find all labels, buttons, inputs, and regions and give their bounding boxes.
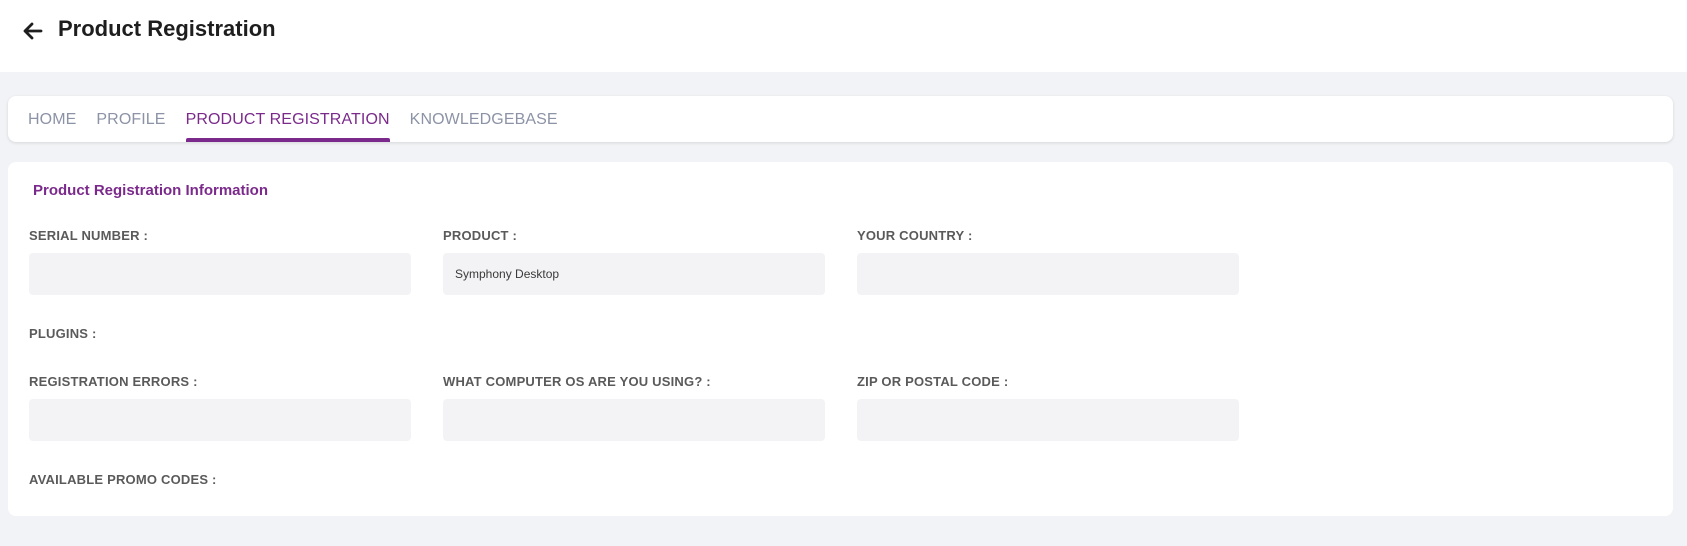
computer-os-input[interactable] [443, 399, 825, 441]
computer-os-label: WHAT COMPUTER OS ARE YOU USING? : [443, 374, 711, 389]
registration-errors-label: REGISTRATION ERRORS : [29, 374, 198, 389]
serial-number-input[interactable] [29, 253, 411, 295]
tab-home[interactable]: HOME [28, 96, 76, 142]
serial-number-label: SERIAL NUMBER : [29, 228, 149, 243]
country-input[interactable] [857, 253, 1239, 295]
country-label: YOUR COUNTRY : [857, 228, 973, 243]
back-button[interactable] [20, 18, 46, 44]
product-input[interactable] [443, 253, 825, 295]
zip-code-label: ZIP OR POSTAL CODE : [857, 374, 1009, 389]
tab-product-registration[interactable]: PRODUCT REGISTRATION [185, 96, 390, 142]
page-title: Product Registration [58, 16, 276, 41]
registration-errors-input[interactable] [29, 399, 411, 441]
registration-form-card: Product Registration Information SERIAL … [8, 162, 1673, 516]
tab-knowledgebase[interactable]: KNOWLEDGEBASE [410, 96, 558, 142]
zip-code-input[interactable] [857, 399, 1239, 441]
section-title: Product Registration Information [33, 182, 269, 199]
tab-profile[interactable]: PROFILE [96, 96, 165, 142]
arrow-left-icon [23, 22, 43, 40]
tab-bar: HOME PROFILE PRODUCT REGISTRATION KNOWLE… [8, 96, 1673, 142]
plugins-label: PLUGINS : [29, 326, 97, 341]
top-bar: Product Registration [0, 0, 1687, 72]
promo-codes-label: AVAILABLE PROMO CODES : [29, 472, 217, 487]
product-label: PRODUCT : [443, 228, 518, 243]
